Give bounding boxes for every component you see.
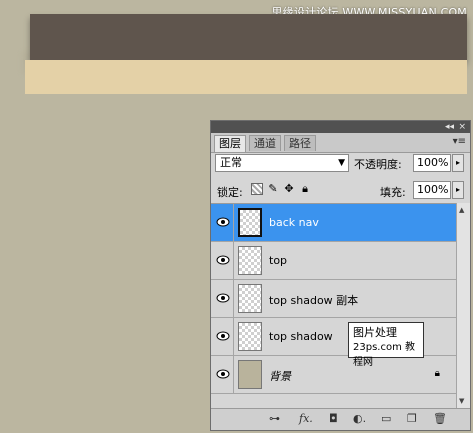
layer-thumbnail <box>238 246 262 275</box>
opacity-input[interactable]: 100% <box>413 154 451 172</box>
lock-image-brush-icon[interactable]: ✎ <box>267 183 279 195</box>
layer-style-fx-icon[interactable]: fx. <box>299 413 313 425</box>
layers-panel: ◂◂ × 图层 通道 路径 ▾≡ 正常 ▼ 不透明度: 100% ▸ 锁定: ✎… <box>210 120 471 431</box>
layer-name[interactable]: 背景 <box>269 368 291 384</box>
link-layers-icon[interactable]: ⊶ <box>269 413 280 425</box>
tab-channels[interactable]: 通道 <box>249 135 281 151</box>
opacity-slider-arrow-icon[interactable]: ▸ <box>452 154 464 172</box>
layer-row-background[interactable]: 背景 🔒︎ <box>211 356 456 394</box>
divider <box>233 242 234 279</box>
panel-menu-icon[interactable]: ▾≡ <box>453 136 466 147</box>
watermark-box: 图片处理 23ps.com 教程网 <box>348 322 424 368</box>
panel-titlebar[interactable]: ◂◂ × <box>211 121 470 133</box>
visibility-eye-icon[interactable] <box>215 254 231 266</box>
canvas-dark-nav-bar <box>30 14 467 60</box>
layer-thumbnail <box>238 322 262 351</box>
blend-mode-value: 正常 <box>220 156 242 169</box>
layer-list-scrollbar[interactable]: ▲ ▼ <box>456 203 470 408</box>
watermark-line1: 图片处理 <box>353 326 397 339</box>
visibility-eye-icon[interactable] <box>215 292 231 304</box>
layer-name[interactable]: top shadow <box>269 330 333 343</box>
layer-thumbnail <box>238 208 262 237</box>
new-group-folder-icon[interactable]: ▭ <box>381 413 391 425</box>
visibility-eye-icon[interactable] <box>215 216 231 228</box>
opacity-label: 不透明度: <box>354 158 402 171</box>
fill-label: 填充: <box>380 186 406 199</box>
layer-name[interactable]: top shadow 副本 <box>269 292 358 308</box>
panel-tabs: 图层 通道 路径 ▾≡ <box>211 133 470 153</box>
canvas-tan-bar <box>25 60 467 94</box>
divider <box>233 204 234 241</box>
lock-all-icon[interactable]: 🔒︎ <box>299 183 311 195</box>
lock-icon: 🔒︎ <box>434 368 440 379</box>
panel-bottom-toolbar: ⊶ fx. ◘ ◐. ▭ ❐ 🗑︎ <box>211 408 470 430</box>
layer-name[interactable]: back nav <box>269 216 319 229</box>
visibility-eye-icon[interactable] <box>215 368 231 380</box>
layer-name[interactable]: top <box>269 254 287 267</box>
layer-thumbnail <box>238 284 262 313</box>
visibility-eye-icon[interactable] <box>215 330 231 342</box>
layer-list: back nav top top shadow 副本 top shadow 背景… <box>211 203 456 409</box>
tab-layers[interactable]: 图层 <box>214 135 246 152</box>
divider <box>233 356 234 393</box>
divider <box>233 318 234 355</box>
watermark-line2: 23ps.com 教程网 <box>353 342 415 368</box>
tab-paths[interactable]: 路径 <box>284 135 316 151</box>
collapse-icon[interactable]: ◂◂ <box>445 121 454 133</box>
scroll-up-arrow-icon[interactable]: ▲ <box>459 206 464 214</box>
close-icon[interactable]: × <box>458 121 466 133</box>
chevron-down-icon: ▼ <box>338 158 345 168</box>
lock-transparency-icon[interactable] <box>251 183 263 195</box>
fill-slider-arrow-icon[interactable]: ▸ <box>452 181 464 199</box>
adjustment-layer-icon[interactable]: ◐. <box>353 413 366 425</box>
blend-opacity-row: 正常 ▼ 不透明度: 100% ▸ <box>215 154 467 174</box>
add-mask-icon[interactable]: ◘ <box>329 413 338 425</box>
layer-row-top-shadow-copy[interactable]: top shadow 副本 <box>211 280 456 318</box>
blend-mode-select[interactable]: 正常 ▼ <box>215 154 349 172</box>
lock-position-move-icon[interactable]: ✥ <box>283 183 295 195</box>
lock-fill-row: 锁定: ✎ ✥ 🔒︎ 填充: 100% ▸ <box>215 181 467 201</box>
divider <box>233 280 234 317</box>
scroll-down-arrow-icon[interactable]: ▼ <box>459 397 464 405</box>
delete-layer-trash-icon[interactable]: 🗑︎ <box>433 413 447 425</box>
layer-row-back-nav[interactable]: back nav <box>211 204 456 242</box>
fill-input[interactable]: 100% <box>413 181 451 199</box>
lock-label: 锁定: <box>217 186 243 199</box>
new-layer-icon[interactable]: ❐ <box>407 413 417 425</box>
layer-thumbnail <box>238 360 262 389</box>
layer-row-top[interactable]: top <box>211 242 456 280</box>
